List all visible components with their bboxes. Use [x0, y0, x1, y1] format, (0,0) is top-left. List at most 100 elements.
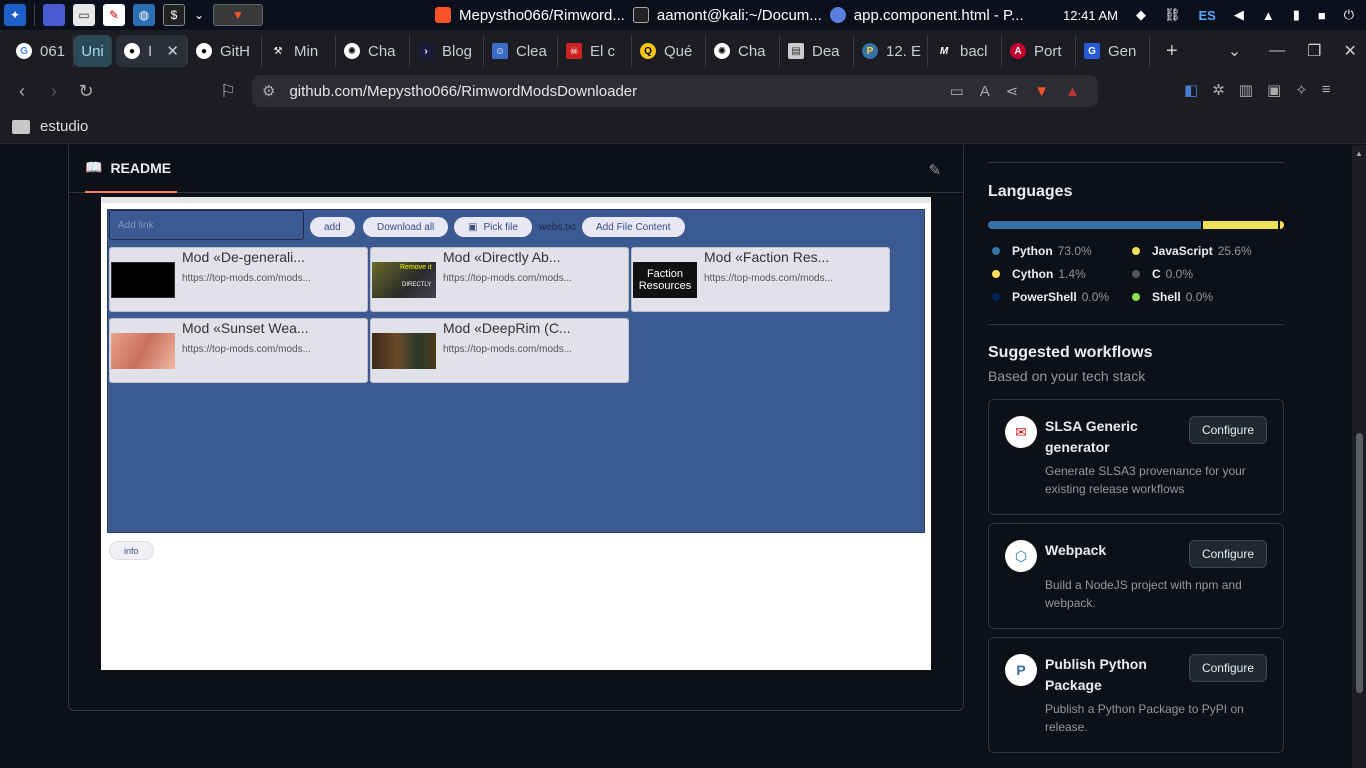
mod-card[interactable]: Mod «De-generali... https://top-mods.com…: [109, 247, 368, 312]
window-close-icon[interactable]: ✕: [1343, 41, 1356, 61]
puzzle-icon[interactable]: ✲: [1212, 81, 1225, 99]
tab[interactable]: ● GitH: [188, 35, 262, 67]
tab[interactable]: ☠ El c: [558, 35, 632, 67]
add-button[interactable]: add: [310, 217, 355, 237]
brave-rewards-icon[interactable]: ▲: [1065, 83, 1080, 100]
download-all-button[interactable]: Download all: [363, 217, 449, 237]
clock[interactable]: 12:41 AM: [1063, 8, 1118, 23]
mod-card[interactable]: Mod «Sunset Wea... https://top-mods.com/…: [109, 318, 368, 383]
wallet-icon[interactable]: ▣: [1267, 81, 1281, 99]
mod-card[interactable]: Faction Resources Mod «Faction Res... ht…: [631, 247, 890, 312]
tab[interactable]: G 061: [8, 35, 74, 67]
language-item[interactable]: Shell 0.0%: [1128, 285, 1213, 308]
taskbar-window-brave[interactable]: Mepystho066/Rimword...: [435, 0, 625, 30]
wifi-icon[interactable]: ◆: [1136, 7, 1146, 23]
tab-readme[interactable]: 📖 README: [85, 145, 177, 193]
language-item[interactable]: C 0.0%: [1128, 262, 1193, 285]
webpack-icon: ⬡: [1005, 540, 1037, 572]
add-link-input[interactable]: Add link: [109, 210, 304, 240]
tab[interactable]: P 12. E: [854, 35, 928, 67]
cast-icon[interactable]: ▭: [950, 82, 964, 100]
mod-card[interactable]: Mod «DeepRim (C... https://top-mods.com/…: [370, 318, 629, 383]
language-item[interactable]: Cython 1.4%: [988, 262, 1110, 285]
info-button[interactable]: info: [109, 541, 154, 560]
taskbar-separator: [34, 4, 35, 26]
mod-card[interactable]: Remove it DIRECTLY Mod «Directly Ab... h…: [370, 247, 629, 312]
scroll-up-icon[interactable]: ▲: [1352, 149, 1366, 158]
tab[interactable]: › Blog: [410, 35, 484, 67]
tab[interactable]: A Port: [1002, 35, 1076, 67]
mod-title: Mod «Faction Res...: [704, 249, 830, 265]
workspace-icon[interactable]: [43, 4, 65, 26]
mod-url[interactable]: https://top-mods.com/mods...: [443, 273, 572, 284]
menu-icon[interactable]: ≡: [1322, 81, 1331, 99]
tab-active[interactable]: ● I ✕: [116, 35, 188, 67]
terminal-launcher-icon[interactable]: $: [163, 4, 185, 26]
add-file-content-button[interactable]: Add File Content: [582, 217, 685, 237]
workflows-heading: Suggested workflows: [988, 344, 1153, 361]
pick-file-button[interactable]: ▣ Pick file: [454, 217, 532, 237]
reload-icon[interactable]: ↻: [76, 81, 96, 101]
close-icon[interactable]: ✕: [166, 42, 179, 60]
battery-icon[interactable]: ▮: [1293, 7, 1300, 23]
back-icon[interactable]: ‹: [12, 81, 32, 101]
file-manager-icon[interactable]: ▭: [73, 4, 95, 26]
configure-button[interactable]: Configure: [1188, 654, 1267, 682]
chevron-down-icon[interactable]: ⌄: [193, 4, 205, 26]
tab[interactable]: Uni: [74, 35, 112, 67]
language-item[interactable]: Python 73.0%: [988, 239, 1110, 262]
taskbar-window-terminal[interactable]: aamont@kali:~/Docum...: [632, 0, 822, 30]
taskbar-window-app[interactable]: app.component.html - P...: [829, 0, 1024, 30]
bookmark-icon[interactable]: ⚐: [218, 81, 238, 101]
tab[interactable]: Mbacl: [928, 35, 1002, 67]
languages-list: Python 73.0% JavaScript 25.6% Cython 1.4% C…: [988, 239, 1284, 308]
address-bar[interactable]: ⚙ github.com/Mepystho066/RimwordModsDown…: [252, 75, 1098, 107]
edit-pencil-icon[interactable]: ✎: [928, 161, 941, 179]
configure-button[interactable]: Configure: [1188, 416, 1267, 444]
tab[interactable]: ▤ Dea: [780, 35, 854, 67]
language-item[interactable]: JavaScript 25.6%: [1128, 239, 1252, 262]
mod-url[interactable]: https://top-mods.com/mods...: [443, 344, 572, 355]
tab[interactable]: G Gen: [1076, 35, 1150, 67]
brave-launcher-icon[interactable]: ▼: [213, 4, 263, 26]
notification-bell-icon[interactable]: ▲: [1262, 8, 1275, 23]
scrollbar-thumb[interactable]: [1356, 433, 1363, 693]
volume-icon[interactable]: ◀: [1234, 7, 1244, 23]
translate-icon[interactable]: A: [980, 83, 990, 100]
share-icon[interactable]: ⋖: [1006, 82, 1019, 100]
kali-menu-icon[interactable]: ✦: [4, 4, 26, 26]
sidebar-icon[interactable]: ▥: [1239, 81, 1253, 99]
forward-icon[interactable]: ›: [44, 81, 64, 101]
maximize-icon[interactable]: ❐: [1307, 41, 1321, 61]
mod-url[interactable]: https://top-mods.com/mods...: [182, 344, 311, 355]
url-text[interactable]: github.com/Mepystho066/RimwordModsDownlo…: [289, 83, 637, 100]
chevron-down-icon[interactable]: ⌄: [1228, 41, 1241, 61]
keyboard-layout[interactable]: ES: [1198, 8, 1215, 23]
tab[interactable]: Q Qué: [632, 35, 706, 67]
leo-icon[interactable]: ✧: [1295, 81, 1308, 99]
tab[interactable]: ✺ Cha: [336, 35, 410, 67]
mod-url[interactable]: https://top-mods.com/mods...: [182, 273, 311, 284]
new-tab-icon[interactable]: +: [1166, 40, 1178, 63]
languages-bar: [988, 221, 1284, 229]
power-icon[interactable]: ⏻: [1344, 7, 1354, 23]
bookmark-folder[interactable]: estudio: [12, 118, 88, 135]
configure-button[interactable]: Configure: [1188, 540, 1267, 568]
tab[interactable]: ✺ Cha: [706, 35, 780, 67]
browser-icon[interactable]: ◍: [133, 4, 155, 26]
translate-extension-icon[interactable]: ◧: [1184, 81, 1198, 99]
brave-shields-icon[interactable]: ▼: [1034, 83, 1049, 100]
github-icon: ●: [124, 43, 140, 59]
language-item[interactable]: PowerShell 0.0%: [988, 285, 1110, 308]
minimize-icon[interactable]: —: [1269, 42, 1285, 60]
tab[interactable]: ☺ Clea: [484, 35, 558, 67]
site-info-icon[interactable]: ⚙: [262, 82, 275, 100]
page-scrollbar[interactable]: ▲: [1352, 145, 1366, 768]
readme-tab-label: README: [110, 159, 172, 176]
text-editor-icon[interactable]: ✎: [103, 4, 125, 26]
lock-icon[interactable]: ■: [1318, 8, 1326, 23]
mod-url[interactable]: https://top-mods.com/mods...: [704, 273, 833, 284]
link-icon[interactable]: ⛓: [1164, 7, 1181, 23]
mod-title: Mod «DeepRim (C...: [443, 320, 571, 336]
tab[interactable]: ⚒ Min: [262, 35, 336, 67]
